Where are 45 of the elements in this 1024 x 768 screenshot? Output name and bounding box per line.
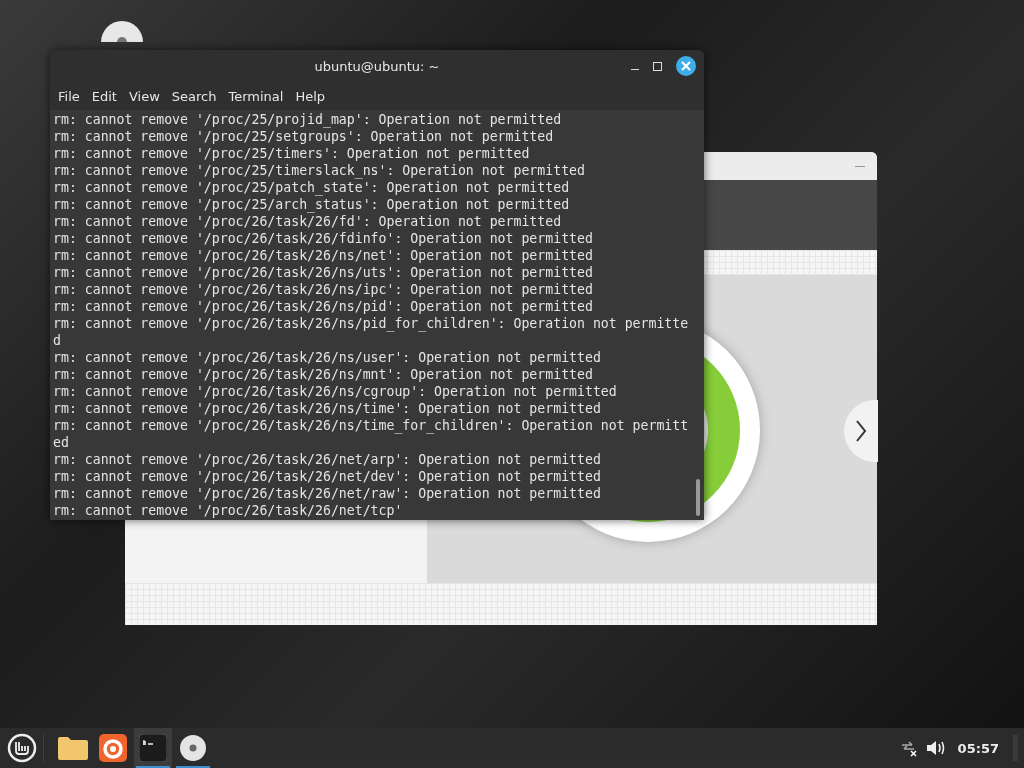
volume-icon[interactable] [925, 739, 946, 757]
output-line: rm: cannot remove '/proc/26/task/26/ns/uts': Operation not permitted [53, 264, 594, 281]
folder-icon [58, 736, 88, 760]
output-line: rm: cannot remove '/proc/26/task/26/ns/user': Operation not permitted [53, 349, 602, 366]
output-line: rm: cannot remove '/proc/26/task/26/net/arp': Operation not permitted [53, 451, 602, 468]
browser-icon [99, 734, 127, 762]
output-line: rm: cannot remove '/proc/25/setgroups': Operation not permitted [53, 128, 555, 145]
output-line: rm: cannot remove '/proc/26/task/26/ns/cgroup': Operation not permitted [53, 383, 618, 400]
close-icon[interactable] [676, 56, 696, 76]
output-line: rm: cannot remove '/proc/26/task/26/ns/pid': Operation not permitted [53, 298, 594, 315]
minimize-icon[interactable] [631, 68, 639, 70]
output-line: rm: cannot remove '/proc/26/task/26/net/tcp' [53, 502, 404, 519]
menu-item[interactable]: Help [289, 88, 332, 104]
output-line: rm: cannot remove '/proc/25/timerslack_ns': Operation not permitted [53, 162, 586, 179]
output-line: rm: cannot remove '/proc/26/task/26/ns/time': Operation not permitted [53, 400, 602, 417]
chevron-right-icon [855, 419, 867, 443]
maximize-icon[interactable] [653, 61, 662, 71]
clock[interactable]: 05:57 [957, 740, 999, 756]
output-line: rm: cannot remove '/proc/26/task/26/fd': Operation not permitted [53, 213, 563, 230]
output-line: rm: cannot remove '/proc/26/task/26/fdinfo': Operation not permitted [53, 230, 594, 247]
scrollbar-thumb[interactable] [696, 479, 700, 516]
menu-item[interactable]: View [122, 88, 166, 104]
output-line: rm: cannot remove '/proc/26/task/26/net/dev': Operation not permitted [53, 468, 602, 485]
output-line: ed [53, 434, 70, 451]
menu-item[interactable]: Search [165, 88, 223, 104]
next-button[interactable] [844, 400, 878, 462]
output-line: rm: cannot remove '/proc/25/timers': Operation not permitted [53, 145, 531, 162]
output-line: rm: cannot remove '/proc/25/patch_state': Operation not permitted [53, 179, 571, 196]
output-line: rm: cannot remove '/proc/25/arch_status': Operation not permitted [53, 196, 571, 213]
menu-item[interactable]: Terminal [222, 88, 290, 104]
menu-icon[interactable] [7, 733, 37, 763]
output-line: d [53, 332, 62, 349]
menu-item[interactable]: Edit [85, 88, 123, 104]
output-line: rm: cannot remove '/proc/25/projid_map': Operation not permitted [53, 111, 563, 128]
output-line: rm: cannot remove '/proc/26/task/26/ns/time_for_children': Operation not permitt [53, 417, 690, 434]
output-line: rm: cannot remove '/proc/26/task/26/net/raw': Operation not permitted [53, 485, 602, 502]
output-line: rm: cannot remove '/proc/26/task/26/ns/ipc': Operation not permitted [53, 281, 594, 298]
output-line: rm: cannot remove '/proc/26/task/26/ns/net': Operation not permitted [53, 247, 594, 264]
output-line: rm: cannot remove '/proc/26/task/26/ns/mnt': Operation not permitted [53, 366, 594, 383]
network-disconnected-icon[interactable] [899, 739, 918, 757]
terminal-icon [139, 734, 167, 762]
menu-item[interactable]: File [52, 88, 86, 104]
output-line: rm: cannot remove '/proc/26/task/26/ns/pid_for_children': Operation not permitte [53, 315, 690, 332]
window-title: ubuntu@ubuntu: ~ [314, 58, 440, 74]
disc-icon [179, 734, 207, 762]
